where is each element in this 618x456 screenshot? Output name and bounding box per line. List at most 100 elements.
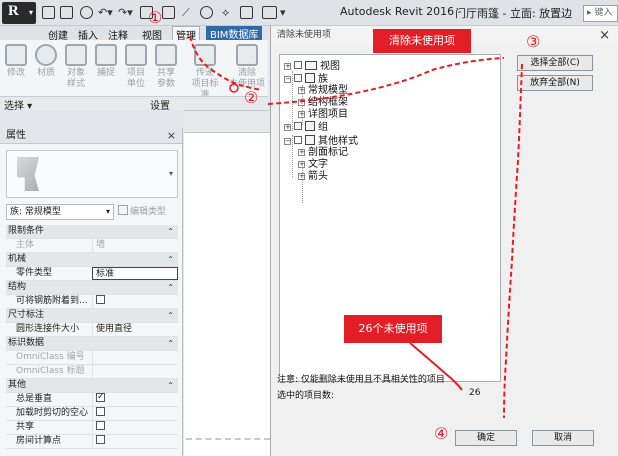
checkbox[interactable] (96, 393, 105, 404)
property-value[interactable]: 标准 (92, 267, 178, 280)
property-value[interactable] (92, 351, 178, 364)
chevron-down-icon[interactable]: ▾ (280, 6, 286, 19)
expand-icon[interactable]: + (298, 87, 305, 94)
view-tab-strip (184, 111, 270, 133)
tree-item-families[interactable]: − 族 (284, 73, 328, 85)
checkbox[interactable] (294, 136, 302, 144)
project-units-button[interactable]: 项目 单位 (122, 42, 150, 90)
checkbox[interactable] (96, 295, 105, 304)
expand-icon[interactable]: + (298, 161, 305, 168)
property-group-label: 限制条件 (8, 226, 45, 236)
chevron-up-icon[interactable]: ⌃ (167, 225, 174, 238)
checkbox[interactable] (294, 74, 302, 82)
purge-unused-button[interactable]: 清除 未使用项 (228, 42, 266, 90)
expand-icon[interactable]: + (298, 149, 305, 156)
tab-manage[interactable]: 管理 (172, 26, 200, 42)
switch-windows-icon[interactable] (262, 6, 277, 19)
property-value[interactable] (92, 393, 178, 406)
search-input[interactable]: ▸ 键入 (583, 5, 618, 22)
shared-parameters-button[interactable]: 共享 参数 (152, 42, 180, 90)
3d-view-icon[interactable]: ⟡ (222, 6, 229, 20)
cancel-button[interactable]: 取消 (532, 430, 594, 446)
property-group-header[interactable]: 尺寸标注 ⌃ (6, 309, 178, 323)
tree-item-text[interactable]: + 文字 (298, 159, 328, 171)
chevron-up-icon[interactable]: ⌃ (167, 281, 174, 294)
snaps-button[interactable]: 捕捉 (92, 42, 120, 79)
collapse-icon[interactable]: − (284, 76, 291, 83)
expand-icon[interactable]: + (298, 111, 305, 118)
tree-item-structural-framing[interactable]: + 结构框架 (298, 97, 348, 109)
tree-item-section-tags[interactable]: + 剖面标记 (298, 147, 348, 159)
edit-type-button[interactable]: 编辑类型 (118, 204, 166, 220)
units-icon (125, 44, 147, 66)
checkbox[interactable] (96, 407, 105, 416)
checkbox[interactable] (96, 435, 105, 444)
save-icon[interactable] (60, 6, 73, 19)
property-group-header[interactable]: 结构 ⌃ (6, 281, 178, 295)
select-panel-label[interactable]: 选择 ▾ (0, 96, 52, 112)
expand-icon[interactable]: + (284, 63, 291, 70)
chevron-up-icon[interactable]: ⌃ (167, 253, 174, 266)
tree-label: 其他样式 (318, 136, 358, 147)
checkbox[interactable] (96, 421, 105, 430)
tree-label: 详图项目 (308, 109, 348, 120)
application-menu-button[interactable]: R ▾ (2, 2, 36, 24)
tree-item-groups[interactable]: + 组 (284, 121, 328, 133)
sync-icon[interactable] (80, 6, 93, 19)
property-value[interactable] (92, 435, 178, 448)
expand-icon[interactable]: + (298, 99, 305, 106)
transfer-standards-button[interactable]: 传递 项目标准 (188, 42, 222, 101)
property-value[interactable]: 使用直径 (92, 323, 178, 336)
modify-button[interactable]: 修改 (2, 42, 30, 79)
tree-item-arrows[interactable]: + 箭头 (298, 171, 328, 183)
open-icon[interactable] (42, 6, 55, 19)
properties-table: 限制条件 ⌃ 主体墙机械 ⌃ 零件类型 标准 结构 ⌃ 可将钢筋附着到... 尺寸标注 ⌃ 圆形连接件… (6, 225, 178, 449)
check-all-button[interactable]: 选择全部(C) (517, 55, 593, 71)
tab-bim-database[interactable]: BIM数据库 (206, 26, 263, 41)
family-icon (305, 73, 315, 83)
tree-item-views[interactable]: + 视图 (284, 61, 340, 73)
type-selector[interactable]: ▾ (6, 150, 178, 198)
chevron-up-icon[interactable]: ⌃ (167, 379, 174, 392)
property-group-header[interactable]: 机械 ⌃ (6, 253, 178, 267)
expand-icon[interactable]: + (284, 124, 291, 131)
property-value[interactable] (92, 295, 178, 308)
tree-item-other-styles[interactable]: − 其他样式 (284, 135, 358, 147)
dimension-icon[interactable]: ⟋ (182, 6, 190, 20)
property-group-header[interactable]: 标识数据 ⌃ (6, 337, 178, 351)
collapse-icon[interactable]: − (284, 138, 291, 145)
properties-palette: 属性 × ▾ 族: 常规模型 ▾ 编辑类型 限制条件 ⌃ 主体 墙机械 ⌃ 零件类型 标准结… (0, 128, 183, 456)
tag-icon[interactable] (200, 6, 213, 19)
check-none-button[interactable]: 放弃全部(N) (517, 75, 593, 91)
undo-icon[interactable]: ↶▾ (98, 6, 113, 19)
property-group-header[interactable]: 其他 ⌃ (6, 379, 178, 393)
properties-title: 属性 (6, 130, 26, 141)
property-row: OmniClass 标题 (6, 365, 178, 379)
property-group-header[interactable]: 限制条件 ⌃ (6, 225, 178, 239)
tree-item-detail-items[interactable]: + 详图项目 (298, 109, 348, 121)
family-filter-dropdown[interactable]: 族: 常规模型 ▾ (6, 204, 114, 220)
redo-icon[interactable]: ↷▾ (118, 6, 133, 19)
measure-icon[interactable] (162, 6, 175, 19)
drawing-canvas[interactable] (184, 110, 270, 456)
property-value[interactable] (92, 365, 178, 378)
chevron-up-icon[interactable]: ⌃ (167, 337, 174, 350)
selected-count-label: 选中的项目数: (277, 391, 335, 401)
close-icon[interactable]: × (599, 28, 610, 43)
property-value[interactable] (92, 407, 178, 420)
ok-button[interactable]: 确定 (455, 430, 517, 446)
materials-button[interactable]: 材质 (32, 42, 60, 79)
close-icon[interactable]: × (167, 128, 176, 144)
property-value[interactable]: 墙 (92, 239, 178, 252)
object-styles-button[interactable]: 对象 样式 (62, 42, 90, 90)
property-group-label: 尺寸标注 (8, 310, 45, 320)
section-icon[interactable] (240, 6, 253, 19)
chevron-up-icon[interactable]: ⌃ (167, 309, 174, 322)
property-name: 加载时剪切的空心 (16, 408, 89, 418)
checkbox[interactable] (294, 122, 302, 130)
property-value[interactable] (92, 421, 178, 434)
tree-item-generic-models[interactable]: + 常规模型 (298, 85, 348, 97)
checkbox[interactable] (294, 61, 302, 69)
expand-icon[interactable]: + (298, 173, 305, 180)
cursor-icon (5, 44, 27, 66)
